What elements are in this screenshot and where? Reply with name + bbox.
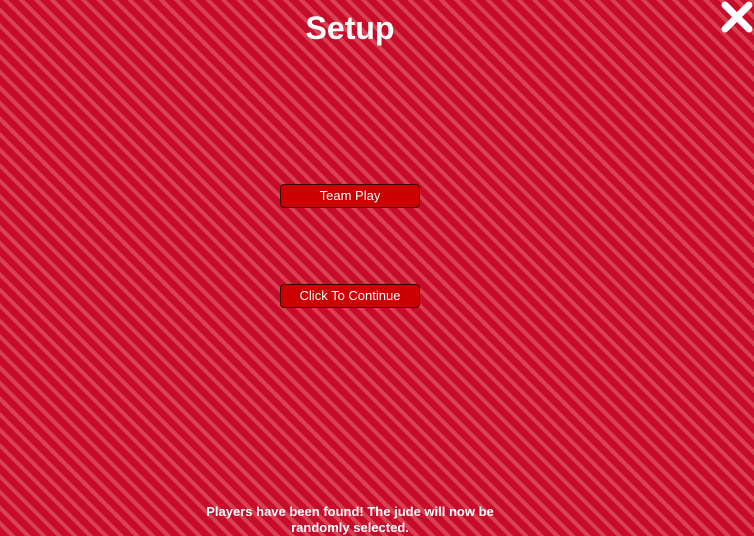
status-message: Players have been found! The jude will n… bbox=[206, 504, 494, 535]
page-title: Setup bbox=[305, 10, 395, 46]
continue-button[interactable]: Click To Continue bbox=[280, 284, 420, 308]
close-icon bbox=[721, 1, 753, 33]
close-button[interactable] bbox=[720, 0, 754, 34]
team-play-button[interactable]: Team Play bbox=[280, 184, 420, 208]
